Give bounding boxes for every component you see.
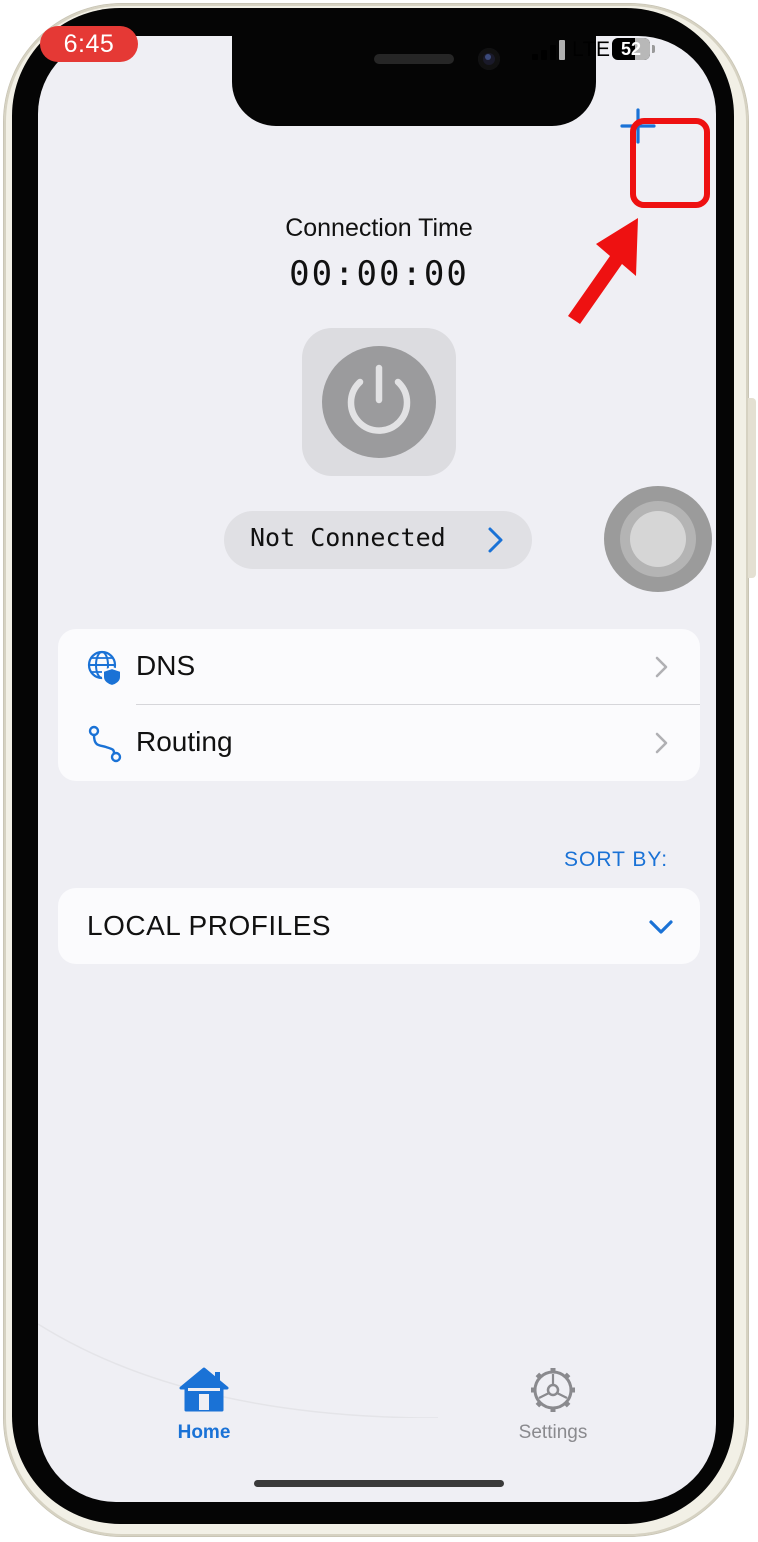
network-type: LTE	[572, 38, 611, 61]
list-item-dns[interactable]: DNS	[58, 629, 700, 705]
local-profiles-dropdown[interactable]: LOCAL PROFILES	[58, 888, 700, 964]
battery-icon: 52	[612, 38, 650, 60]
power-button[interactable]	[302, 328, 456, 476]
list-item-routing[interactable]: Routing	[58, 705, 700, 781]
house-icon	[179, 1367, 229, 1412]
tab-home-label: Home	[177, 1422, 231, 1443]
chevron-down-icon	[649, 920, 673, 934]
tab-settings-label: Settings	[518, 1422, 588, 1443]
status-time: 6:45	[40, 26, 138, 62]
battery-level: 52	[620, 39, 642, 59]
home-indicator[interactable]	[254, 1480, 504, 1487]
connection-time-value: 00:00:00	[289, 254, 469, 294]
power-circle	[322, 346, 436, 458]
phone-side-button	[748, 398, 756, 578]
settings-list: DNS Routing	[58, 629, 700, 781]
annotation-highlight-box	[630, 118, 710, 208]
tab-home[interactable]: Home	[168, 1366, 240, 1446]
local-profiles-label: LOCAL PROFILES	[87, 910, 332, 941]
connection-status-button[interactable]: Not Connected	[224, 511, 532, 569]
connection-status-text: Not Connected	[250, 523, 446, 552]
sort-by-button[interactable]: SORT BY:	[564, 848, 668, 872]
power-icon	[347, 364, 411, 434]
chevron-right-icon	[488, 527, 503, 553]
assistive-touch-button[interactable]	[604, 486, 712, 592]
connection-time-label: Connection Time	[285, 214, 473, 242]
assistive-touch-core	[630, 511, 686, 567]
globe-shield-icon	[87, 650, 122, 687]
tab-bar-background	[38, 1323, 439, 1418]
gear-icon	[531, 1368, 575, 1412]
chevron-right-icon	[655, 732, 668, 754]
tab-settings[interactable]: Settings	[508, 1366, 598, 1446]
battery-nub	[652, 45, 655, 53]
speaker-grille	[374, 54, 454, 64]
list-item-label: Routing	[136, 726, 233, 757]
front-camera	[478, 48, 500, 70]
route-icon	[88, 725, 122, 763]
signal-bars-icon	[532, 40, 566, 60]
chevron-right-icon	[655, 656, 668, 678]
list-item-label: DNS	[136, 650, 196, 681]
